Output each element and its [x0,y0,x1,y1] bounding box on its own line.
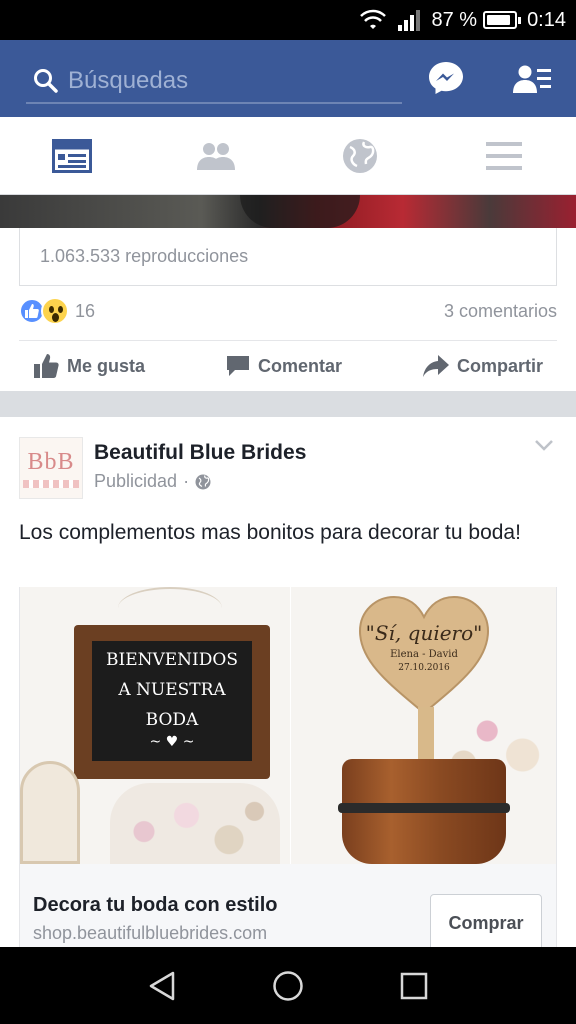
chalkboard-line: BODA [145,710,199,730]
comment-icon [226,356,249,376]
cta-bar[interactable]: Decora tu boda con estilo shop.beautiful… [19,864,557,952]
nav-tabs [0,117,576,195]
home-icon[interactable] [272,970,304,1002]
comments-count[interactable]: 3 comentarios [444,301,557,322]
comment-label: Comentar [257,355,342,376]
heart-icon: ~ ♥ ~ [149,734,195,750]
chalkboard-line: BIENVENIDOS [106,650,238,670]
separator-dot: · [183,471,190,491]
page-name[interactable]: Beautiful Blue Brides [94,441,306,465]
video-thumbnail[interactable] [0,195,576,228]
thumbs-up-icon [34,354,59,378]
like-button[interactable]: Me gusta [19,353,159,379]
globe-small-icon [195,474,211,489]
views-count: 1.063.533 reproducciones [40,246,249,266]
share-button[interactable]: Compartir [409,355,557,377]
wow-reaction-icon [41,297,69,325]
signal-icon [397,9,421,31]
reactions-row[interactable]: 16 3 comentarios [19,296,557,326]
dried-flowers [110,783,280,864]
friends-icon [197,142,235,170]
search-icon[interactable] [32,67,60,95]
menu-icon [486,141,522,170]
back-icon[interactable] [148,971,176,1001]
wifi-icon [359,9,387,31]
hat-decoration [20,761,80,864]
recents-icon[interactable] [400,972,428,1000]
search-bar[interactable] [26,60,402,104]
comment-button[interactable]: Comentar [212,354,356,378]
page-avatar[interactable]: BbB [19,437,83,499]
screen: 87 % 0:14 1.063.533 reproducciones [0,0,576,1024]
battery-percent: 87 % [431,8,478,31]
sponsored-label: Publicidad · [94,471,211,492]
heart-line-1: "Sí, quiero" [365,621,483,645]
like-label: Me gusta [67,355,146,376]
heart-line-2: Elena - David [390,649,458,660]
heart-sign-text: "Sí, quiero" Elena - David 27.10.2016 [358,621,490,673]
battery-icon [483,11,522,29]
heart-line-3: 27.10.2016 [398,663,450,673]
reaction-count: 16 [75,300,96,321]
share-label: Compartir [456,355,543,376]
tab-notifications[interactable] [288,117,432,194]
post-text: Los complementos mas bonitos para decora… [19,521,521,544]
sign-hanger [118,587,222,629]
top-bar [0,40,576,117]
image-divider [290,587,291,864]
status-bar: 87 % 0:14 [0,0,576,40]
tab-friends[interactable] [144,117,288,194]
logo-lace [23,479,79,488]
search-input[interactable] [68,67,368,95]
cta-title[interactable]: Decora tu boda con estilo [33,894,277,917]
globe-icon [343,138,377,173]
feed-separator [0,391,576,417]
logo-text: BbB [27,448,75,475]
chalkboard-line: A NUESTRA [118,680,226,700]
news-feed-icon [52,138,92,173]
clock: 0:14 [527,8,566,31]
messenger-icon[interactable] [428,60,464,96]
sponsored-text: Publicidad [94,471,178,491]
tab-menu[interactable] [432,117,576,194]
chalkboard-sign: BIENVENIDOS A NUESTRA BODA ~ ♥ ~ [92,641,252,761]
chevron-down-icon[interactable] [534,438,554,452]
video-views: 1.063.533 reproducciones [19,228,557,286]
ad-image[interactable]: BIENVENIDOS A NUESTRA BODA ~ ♥ ~ "Sí, qu… [19,587,557,864]
tab-news-feed[interactable] [0,117,144,194]
android-nav-bar [0,947,576,1024]
friend-requests-icon[interactable] [513,64,551,94]
buy-button[interactable]: Comprar [430,894,542,952]
cta-domain: shop.beautifulbluebrides.com [33,923,268,943]
share-icon [422,355,449,377]
bucket-band [338,803,510,813]
post-actions: Me gusta Comentar Compartir [19,340,557,391]
